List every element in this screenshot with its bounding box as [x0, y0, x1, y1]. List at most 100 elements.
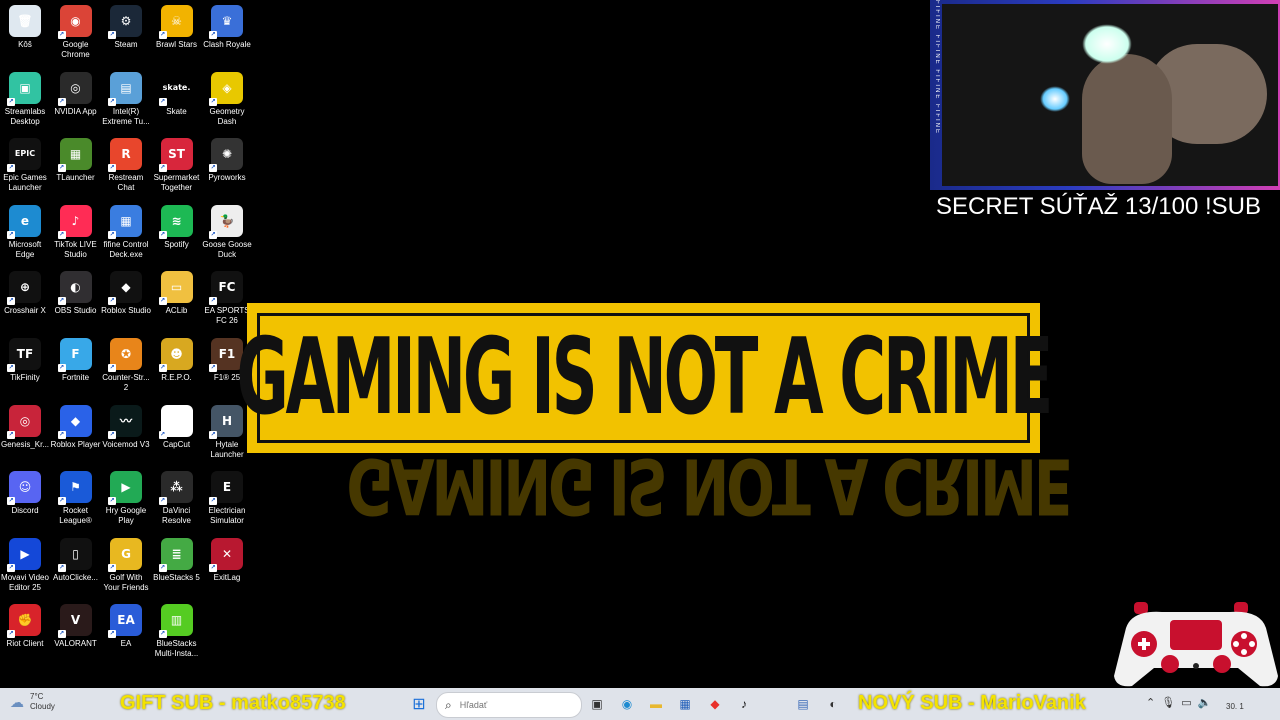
desktop-icon-label: Fortnite — [61, 373, 90, 382]
desktop-icon[interactable]: skate. ↗ Skate — [152, 69, 202, 117]
app-glyph: ◎ — [19, 413, 31, 428]
app-icon: F ↗ — [57, 338, 92, 372]
edge-taskbar-icon[interactable]: ◉ — [616, 693, 638, 715]
shortcut-arrow-icon: ↗ — [108, 31, 116, 39]
shortcut-arrow-icon: ↗ — [209, 97, 217, 106]
weather-widget[interactable]: ☁ 7°C Cloudy — [10, 692, 55, 712]
app-icon: ▶ ↗ — [108, 471, 142, 506]
desktop-icon[interactable]: ◎ ↗ Genesis_Kr... — [0, 402, 50, 450]
shortcut-arrow-icon: ↗ — [7, 497, 15, 506]
app-glyph: ✕ — [221, 546, 233, 561]
task-view-icon[interactable]: ▣ — [586, 693, 608, 715]
desktop-icon[interactable]: ST ↗ Supermarket Together — [152, 135, 202, 193]
desktop-icon[interactable]: G ↗ Golf With Your Friends — [101, 535, 151, 593]
desktop-icon[interactable]: ✪ ↗ Counter-Str... 2 — [101, 335, 151, 393]
shortcut-arrow-icon: ↗ — [57, 563, 66, 572]
desktop-icon[interactable]: ◆ ↗ Roblox Studio — [101, 268, 151, 316]
desktop-icon[interactable]: ✂ ↗ CapCut — [152, 402, 202, 450]
app-icon: ▶ ↗ — [7, 537, 41, 572]
desktop-icon[interactable]: ☻ ↗ R.E.P.O. — [152, 335, 202, 383]
desktop-icon[interactable]: ◐ ↗ OBS Studio — [51, 268, 101, 316]
desktop-icon[interactable]: ▣ ↗ Streamlabs Desktop — [0, 69, 50, 127]
desktop-icon[interactable]: V ↗ VALORANT — [51, 601, 101, 649]
desktop-icon[interactable]: ▶ ↗ Hry Google Play — [101, 468, 151, 526]
microphone-icon[interactable]: 🎙 — [1161, 696, 1175, 709]
desktop-icon-label: Kôš — [18, 40, 32, 49]
shortcut-arrow-icon: ↗ — [158, 497, 167, 506]
desktop-icon[interactable]: ≣ ↗ BlueStacks 5 — [152, 535, 202, 583]
app-glyph: ⚑ — [70, 480, 81, 495]
gift-sub-alert: GIFT SUB - matko85738 — [120, 692, 346, 714]
desktop-icon[interactable]: ⚑ ↗ Rocket League® — [51, 468, 101, 526]
app-icon: EA ↗ — [108, 604, 142, 639]
desktop-icon[interactable]: F ↗ Fortnite — [51, 335, 101, 383]
network-icon[interactable]: ▭ — [1181, 696, 1191, 709]
desktop-icon[interactable]: ▤ ↗ Intel(R) Extreme Tu... — [101, 69, 151, 127]
desktop-icon[interactable]: 🗑 Kôš — [0, 2, 50, 50]
desktop-icon[interactable]: ▦ ↗ TLauncher — [51, 135, 101, 183]
shortcut-arrow-icon: ↗ — [57, 297, 66, 306]
app-glyph: ◆ — [121, 280, 131, 295]
desktop-icon[interactable]: ♛ ↗ Clash Royale — [202, 2, 252, 50]
desktop-icon[interactable]: ▭ ↗ ACLib — [152, 268, 202, 316]
desktop-icon[interactable]: R ↗ Restream Chat — [101, 135, 151, 193]
desktop-icon[interactable]: ⊕ ↗ Crosshair X — [0, 268, 50, 316]
microsoft-store-icon[interactable]: ▦ — [674, 693, 696, 715]
app-icon: E ↗ — [209, 471, 243, 506]
desktop-icon[interactable]: ✕ ↗ ExitLag — [202, 535, 252, 583]
desktop-icon[interactable]: ⚙ ↗ Steam — [101, 2, 151, 50]
desktop-icon-label: Hry Google Play — [105, 506, 147, 526]
taskbar-search[interactable]: ⌕ — [436, 692, 582, 718]
desktop-icon[interactable]: e ↗ Microsoft Edge — [0, 202, 50, 260]
desktop-icon[interactable]: ▶ ↗ Movavi Video Editor 25 — [0, 535, 50, 593]
shortcut-arrow-icon: ↗ — [57, 97, 66, 106]
weather-temp: 7°C — [30, 692, 44, 701]
shortcut-arrow-icon: ↗ — [209, 164, 217, 173]
desktop-icon[interactable]: ♪ ↗ TikTok LIVE Studio — [51, 202, 101, 260]
file-explorer-icon[interactable]: ▬ — [645, 693, 667, 715]
desktop-icon[interactable]: ⁂ ↗ DaVinci Resolve — [152, 468, 202, 526]
desktop-icon[interactable]: ☺ ↗ Discord — [0, 468, 50, 516]
desktop-icon[interactable]: ✺ ↗ Pyroworks — [202, 135, 252, 183]
shortcut-arrow-icon: ↗ — [209, 364, 217, 372]
desktop-icon[interactable]: 🦆 ↗ Goose Goose Duck — [202, 202, 252, 260]
webcam-light — [1040, 86, 1070, 112]
desktop-icon[interactable]: ◉ ↗ Google Chrome — [51, 2, 101, 60]
desktop-icon[interactable]: ▯ ↗ AutoClicke... — [51, 535, 101, 583]
desktop-icon[interactable]: ◈ ↗ Geometry Dash — [202, 69, 252, 127]
start-windows-icon[interactable]: ⊞ — [408, 693, 430, 715]
app-icon: ◆ ↗ — [57, 404, 92, 439]
app-glyph: ST — [168, 147, 185, 162]
speaker-icon[interactable]: 🔈 — [1198, 696, 1212, 709]
desktop-icon[interactable]: E ↗ Electrician Simulator — [202, 468, 252, 526]
search-input[interactable] — [457, 699, 562, 711]
desktop-icon[interactable]: EA ↗ EA — [101, 601, 151, 649]
tiktok-taskbar-icon[interactable]: ♪ — [733, 693, 755, 715]
desktop-icon[interactable]: EPIC ↗ Epic Games Launcher — [0, 135, 50, 193]
shortcut-arrow-icon: ↗ — [209, 297, 217, 306]
desktop-icon[interactable]: ☠ ↗ Brawl Stars — [152, 2, 202, 50]
obs-taskbar-icon[interactable]: ◐ — [822, 693, 844, 715]
shortcut-arrow-icon: ↗ — [209, 563, 217, 572]
app-diamond-icon[interactable]: ◆ — [704, 693, 726, 715]
desktop-icon-label: DaVinci Resolve — [162, 506, 191, 526]
taskbar-clock[interactable]: 30. 1 — [1226, 702, 1244, 711]
app-glyph: ▣ — [19, 80, 31, 95]
app-icon: e ↗ — [7, 204, 41, 239]
desktop-icon[interactable]: TF ↗ TikFinity — [0, 335, 50, 383]
app-icon: ▤ ↗ — [108, 71, 142, 106]
chevron-up-icon[interactable]: ⌃ — [1146, 696, 1155, 709]
desktop-icon[interactable]: ◆ ↗ Roblox Player — [51, 402, 101, 450]
shortcut-arrow-icon: ↗ — [7, 297, 15, 306]
desktop-icon[interactable]: ▥ ↗ BlueStacks Multi-Insta... — [152, 601, 202, 659]
app-window-icon[interactable]: ▤ — [792, 693, 814, 715]
desktop-icon[interactable]: ▦ ↗ fifine Control Deck.exe — [101, 202, 151, 260]
desktop-icon[interactable]: ◎ ↗ NVIDIA App — [51, 69, 101, 117]
desktop-icon[interactable]: 〰 ↗ Voicemod V3 — [101, 402, 151, 450]
webcam-light — [1082, 24, 1132, 64]
desktop-icon-label: Pyroworks — [208, 173, 246, 183]
desktop-icon[interactable]: ≋ ↗ Spotify — [152, 202, 202, 250]
desktop-icon[interactable]: ✊ ↗ Riot Client — [0, 601, 50, 649]
shortcut-arrow-icon: ↗ — [57, 230, 66, 239]
app-icon: ◈ ↗ — [209, 71, 243, 106]
